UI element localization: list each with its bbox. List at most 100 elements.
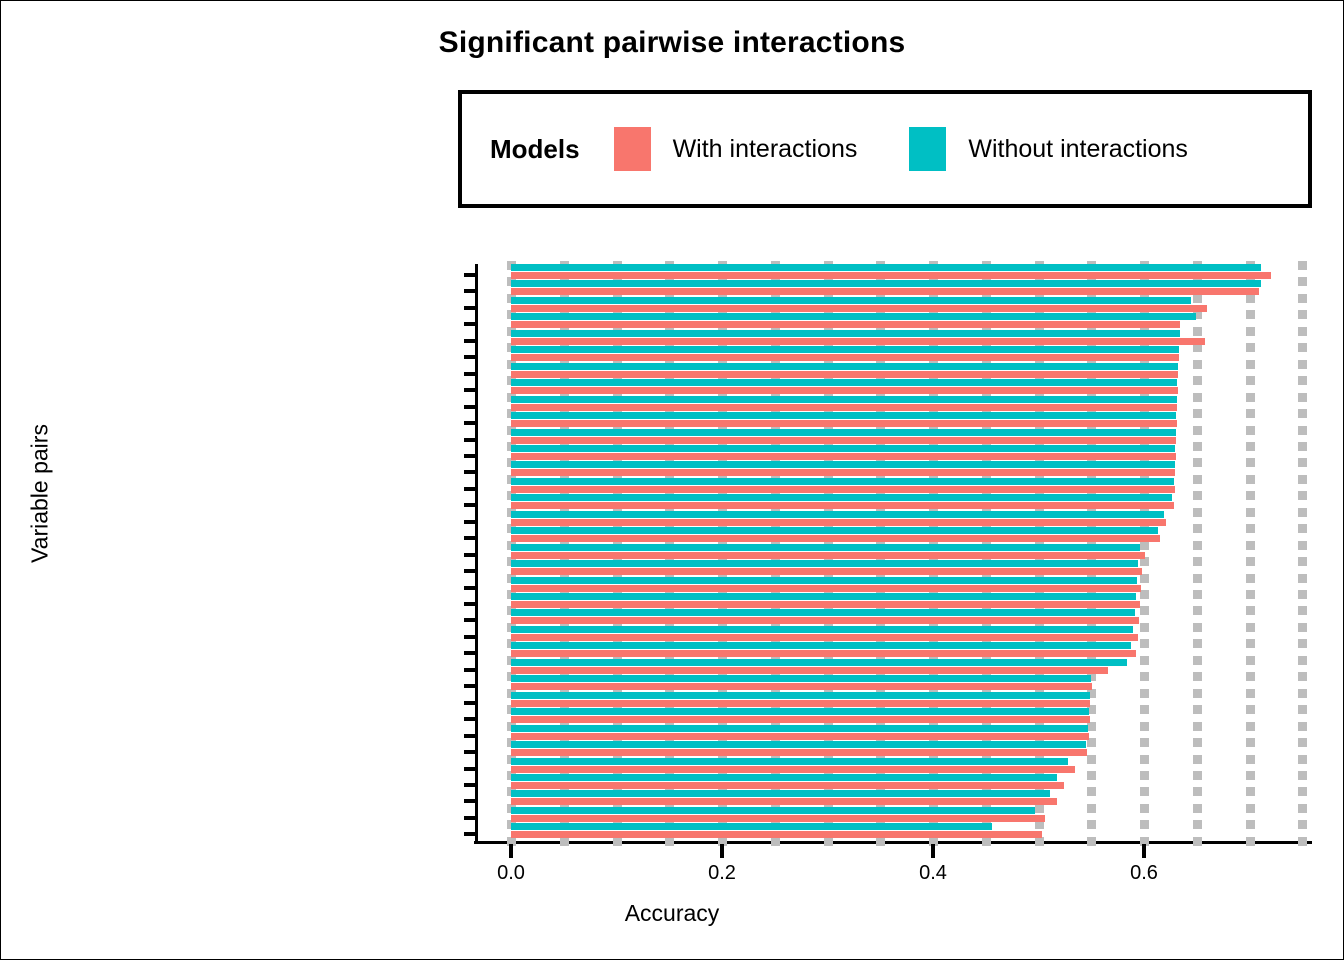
grid-dot (1298, 721, 1308, 731)
y-axis-tick (464, 618, 475, 623)
grid-dot (1140, 655, 1149, 665)
grid-dot (1245, 326, 1255, 336)
bar-without-interactions (511, 691, 1091, 699)
grid-dot (1192, 639, 1202, 649)
grid-dot (1192, 441, 1202, 451)
grid-dot (1245, 343, 1255, 353)
grid-dot (1087, 836, 1097, 846)
grid-dot (1140, 787, 1149, 797)
y-axis-tick (464, 717, 475, 722)
y-axis-tick (464, 322, 475, 327)
grid-dot (1245, 540, 1255, 550)
grid-dot (1192, 376, 1202, 386)
bar-with-interactions (511, 452, 1176, 460)
grid-dot (1245, 524, 1255, 534)
bar-with-interactions (511, 749, 1088, 757)
grid-dot (1298, 738, 1308, 748)
grid-dot (1245, 491, 1255, 501)
grid-dot (1298, 277, 1308, 287)
grid-dot (1298, 787, 1308, 797)
grid-dot (1298, 343, 1308, 353)
legend-label-with-interactions: With interactions (672, 134, 858, 163)
bar-without-interactions (511, 362, 1178, 370)
grid-dot (1140, 770, 1149, 780)
grid-dot (1192, 655, 1202, 665)
bar-without-interactions (511, 658, 1128, 666)
x-axis-tick-label: 0.6 (1130, 862, 1158, 884)
grid-dot (1192, 672, 1202, 682)
bar-without-interactions (511, 527, 1158, 535)
bar-with-interactions (511, 781, 1064, 789)
bar-without-interactions (511, 444, 1175, 452)
bar-with-interactions (511, 337, 1206, 345)
bar-with-interactions (511, 502, 1174, 510)
grid-dot (1087, 803, 1097, 813)
y-axis-tick (464, 799, 475, 804)
grid-dot (1298, 820, 1308, 830)
bar-without-interactions (511, 560, 1138, 568)
grid-dot (1298, 326, 1308, 336)
bar-without-interactions (511, 543, 1140, 551)
grid-dot (1298, 293, 1308, 303)
grid-dot (1245, 425, 1255, 435)
y-axis-tick (464, 289, 475, 294)
grid-dot (1192, 836, 1202, 846)
y-axis-tick (464, 766, 475, 771)
bar-without-interactions (511, 494, 1173, 502)
grid-dot (1298, 655, 1308, 665)
y-axis-tick (464, 453, 475, 458)
bar-without-interactions (511, 576, 1137, 584)
bar-without-interactions (511, 708, 1090, 716)
bar-with-interactions (511, 732, 1090, 740)
bar-with-interactions (511, 485, 1175, 493)
grid-dot (1245, 606, 1255, 616)
bar-with-interactions (511, 288, 1259, 296)
bar-without-interactions (511, 264, 1262, 271)
bar-with-interactions (511, 469, 1175, 477)
grid-dot (1245, 441, 1255, 451)
grid-dot (1192, 557, 1202, 567)
bar-with-interactions (511, 798, 1058, 806)
grid-dot (1298, 310, 1308, 320)
grid-dot (1087, 770, 1097, 780)
grid-dot (1298, 672, 1308, 682)
grid-dot (1140, 606, 1149, 616)
bar-without-interactions (511, 510, 1165, 518)
grid-dot (1087, 820, 1097, 830)
grid-dot (1192, 524, 1202, 534)
grid-dot (1245, 754, 1255, 764)
grid-dot (1298, 540, 1308, 550)
grid-dot (1192, 507, 1202, 517)
y-axis-tick (464, 305, 475, 310)
bar-with-interactions (511, 535, 1160, 543)
grid-dot (1245, 507, 1255, 517)
bar-without-interactions (511, 741, 1086, 749)
grid-dot (1192, 359, 1202, 369)
x-axis-tick-label: 0.4 (919, 862, 947, 884)
grid-dot (1087, 787, 1097, 797)
grid-dot (1298, 409, 1308, 419)
y-axis-tick (464, 585, 475, 590)
grid-dot (1192, 754, 1202, 764)
bar-without-interactions (511, 346, 1179, 354)
bar-without-interactions (511, 823, 993, 831)
y-axis-tick (464, 404, 475, 409)
grid-dot (1192, 458, 1202, 468)
grid-dot (1192, 573, 1202, 583)
grid-dot (1245, 573, 1255, 583)
grid-dot (1192, 590, 1202, 599)
bar-with-interactions (511, 420, 1177, 428)
bar-without-interactions (511, 379, 1177, 387)
bar-with-interactions (511, 304, 1208, 312)
bar-with-interactions (511, 683, 1093, 691)
grid-dot (1192, 392, 1202, 402)
y-axis-tick (464, 733, 475, 738)
grid-dot (1298, 573, 1308, 583)
grid-dot (1087, 754, 1097, 764)
grid-dot (1298, 376, 1308, 386)
y-axis-tick (464, 700, 475, 705)
grid-dot (1245, 622, 1255, 632)
y-axis-tick (464, 832, 475, 837)
bar-with-interactions (511, 403, 1177, 411)
grid-dot (1245, 787, 1255, 797)
